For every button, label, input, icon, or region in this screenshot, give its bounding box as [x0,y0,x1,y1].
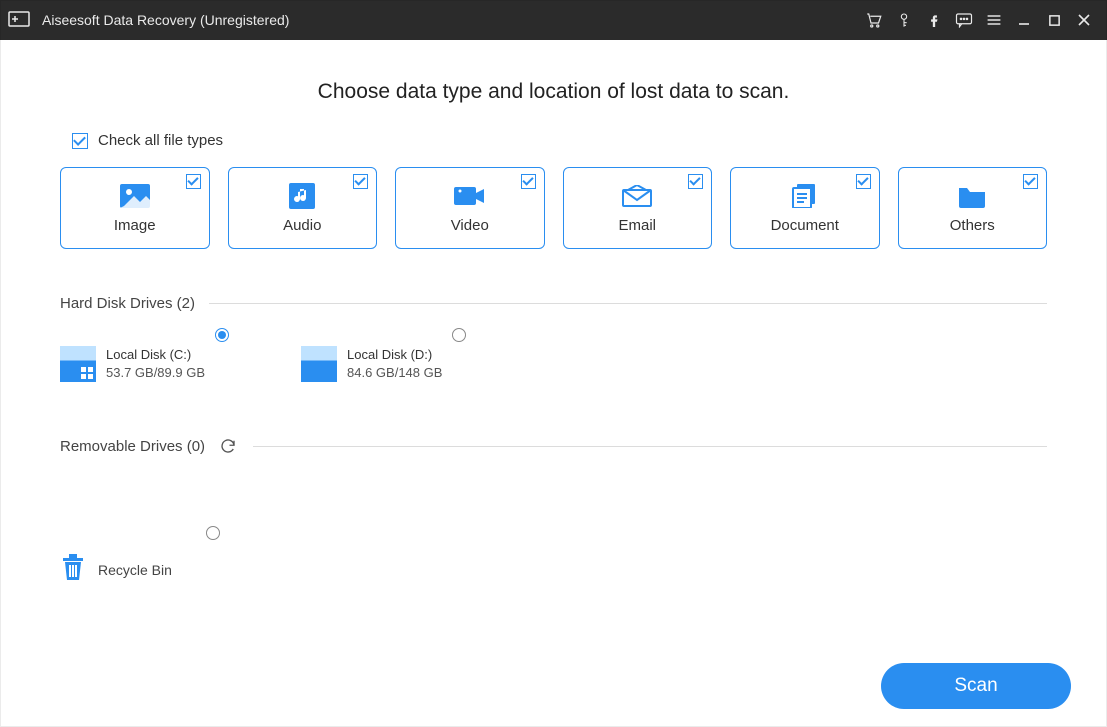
type-tile-others[interactable]: Others [898,167,1048,249]
type-others-checkbox[interactable] [1023,174,1038,189]
scan-button[interactable]: Scan [881,663,1071,709]
type-email-label: Email [618,217,656,234]
close-button[interactable] [1069,0,1099,40]
type-video-checkbox[interactable] [521,174,536,189]
page-heading: Choose data type and location of lost da… [60,80,1047,104]
drive-d-name: Local Disk (D:) [347,346,442,364]
facebook-icon[interactable] [919,0,949,40]
type-tile-image[interactable]: Image [60,167,210,249]
app-logo-icon [6,7,32,33]
titlebar: Aiseesoft Data Recovery (Unregistered) [0,0,1107,40]
type-tile-document[interactable]: Document [730,167,880,249]
drive-d-usage: 84.6 GB/148 GB [347,364,442,382]
type-audio-label: Audio [283,217,321,234]
audio-icon [285,183,319,209]
section-removable-title: Removable Drives (0) [60,438,205,455]
type-audio-checkbox[interactable] [353,174,368,189]
section-hdd-title: Hard Disk Drives (2) [60,295,195,312]
others-icon [955,183,989,209]
menu-icon[interactable] [979,0,1009,40]
email-icon [620,183,654,209]
recycle-bin-option[interactable]: Recycle Bin [60,552,230,587]
check-all-checkbox[interactable] [72,133,88,149]
type-image-label: Image [114,217,156,234]
drive-d-radio[interactable] [452,328,466,342]
disk-icon [60,346,96,382]
type-document-label: Document [771,217,839,234]
document-icon [788,183,822,209]
minimize-button[interactable] [1009,0,1039,40]
type-document-checkbox[interactable] [856,174,871,189]
hdd-list: Local Disk (C:) 53.7 GB/89.9 GB Local Di… [60,336,1047,392]
feedback-icon[interactable] [949,0,979,40]
recycle-bin-radio[interactable] [206,526,220,540]
type-video-label: Video [451,217,489,234]
drive-c-name: Local Disk (C:) [106,346,205,364]
main-panel: Choose data type and location of lost da… [0,40,1107,727]
video-icon [453,183,487,209]
check-all-file-types[interactable]: Check all file types [72,132,1047,149]
key-icon[interactable] [889,0,919,40]
type-image-checkbox[interactable] [186,174,201,189]
type-tile-audio[interactable]: Audio [228,167,378,249]
type-tile-email[interactable]: Email [563,167,713,249]
type-email-checkbox[interactable] [688,174,703,189]
maximize-button[interactable] [1039,0,1069,40]
type-others-label: Others [950,217,995,234]
drive-c-text: Local Disk (C:) 53.7 GB/89.9 GB [106,346,205,382]
image-icon [118,183,152,209]
divider [253,446,1047,447]
type-tile-video[interactable]: Video [395,167,545,249]
drive-c-usage: 53.7 GB/89.9 GB [106,364,205,382]
divider [209,303,1047,304]
section-removable-header: Removable Drives (0) [60,436,1047,456]
drive-d-text: Local Disk (D:) 84.6 GB/148 GB [347,346,442,382]
disk-icon [301,346,337,382]
refresh-icon[interactable] [219,436,239,456]
recycle-bin-label: Recycle Bin [98,562,172,578]
check-all-label: Check all file types [98,132,223,149]
section-hdd-header: Hard Disk Drives (2) [60,295,1047,312]
cart-icon[interactable] [859,0,889,40]
recycle-bin-icon [60,552,86,587]
drive-c[interactable]: Local Disk (C:) 53.7 GB/89.9 GB [60,336,231,392]
drive-d[interactable]: Local Disk (D:) 84.6 GB/148 GB [301,336,468,392]
window-title: Aiseesoft Data Recovery (Unregistered) [42,12,289,28]
file-type-grid: Image Audio Video Email [60,167,1047,249]
drive-c-radio[interactable] [215,328,229,342]
